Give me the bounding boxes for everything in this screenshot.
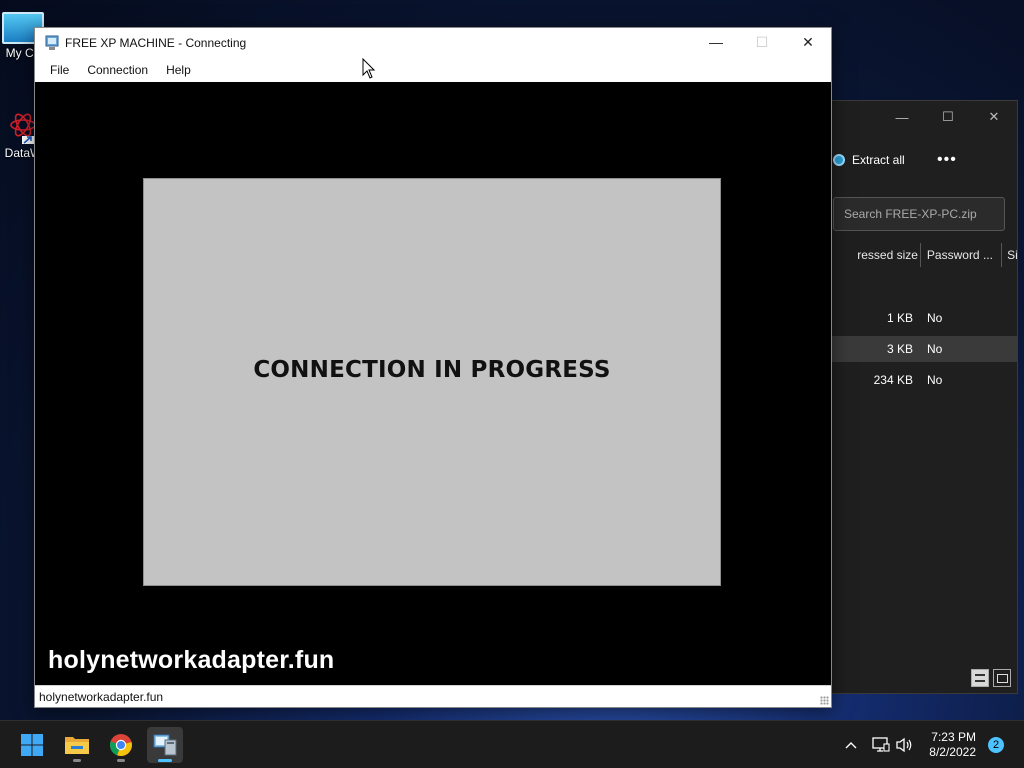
password-value: No [927,311,943,325]
clock-date: 8/2/2022 [929,745,976,759]
window-title: FREE XP MACHINE - Connecting [65,36,247,50]
running-indicator [158,759,172,762]
minimize-button[interactable]: — [879,107,925,127]
close-button[interactable]: ✕ [785,28,831,56]
list-item[interactable]: 1 KB No [821,305,1017,331]
windows-start-icon [21,734,43,756]
menu-help[interactable]: Help [157,63,200,77]
title-bar[interactable]: FREE XP MACHINE - Connecting — ☐ ✕ [35,28,831,58]
column-header-compressed-size[interactable]: ressed size [821,243,920,267]
details-view-button[interactable] [971,669,989,687]
watermark-text: holynetworkadapter.fun [48,646,335,674]
compressed-size: 3 KB [886,342,913,356]
taskbar-file-explorer[interactable] [59,727,95,763]
compressed-size: 234 KB [873,373,913,387]
menu-file[interactable]: File [41,63,78,77]
zip-icon [833,154,845,166]
network-icon[interactable] [868,737,894,753]
view-toggle [971,669,1011,687]
maximize-button[interactable]: ☐ [925,107,971,127]
close-button[interactable]: ✕ [971,107,1017,127]
extract-all-button[interactable]: Extract all [833,153,905,167]
taskbar-chrome[interactable] [103,727,139,763]
remote-desktop-window[interactable]: FREE XP MACHINE - Connecting — ☐ ✕ File … [34,27,832,708]
column-header-password[interactable]: Password ... [919,243,1001,267]
list-item[interactable]: 3 KB No [821,336,1017,362]
search-input[interactable]: Search FREE-XP-PC.zip [833,197,1005,231]
password-value: No [927,373,943,387]
maximize-button[interactable]: ☐ [739,28,785,56]
column-headers: ressed size Password ... Si [821,243,1017,267]
remote-desktop-icon [45,35,59,51]
tiles-view-button[interactable] [993,669,1011,687]
folder-icon [65,737,89,754]
running-indicator [73,759,81,762]
chevron-up-icon[interactable] [842,741,860,749]
taskbar-remote-desktop[interactable] [147,727,183,763]
compressed-size: 1 KB [886,311,913,325]
list-view-icon [975,674,985,682]
extract-all-label: Extract all [852,153,905,167]
connection-panel: CONNECTION IN PROGRESS [143,178,721,586]
archive-window-caption-buttons: — ☐ ✕ [879,107,1017,127]
remote-screen[interactable]: CONNECTION IN PROGRESS holynetworkadapte… [35,82,831,687]
menu-bar: File Connection Help [35,58,831,82]
column-header-size[interactable]: Si [1001,243,1017,267]
resize-grip-icon[interactable] [820,696,829,705]
tiles-view-icon [996,673,1008,683]
mouse-cursor-icon [362,58,375,79]
notification-badge[interactable]: 2 [988,737,1004,753]
volume-icon[interactable] [894,737,916,753]
menu-connection[interactable]: Connection [78,63,157,77]
taskbar: 7:23 PM 8/2/2022 2 [0,720,1024,768]
start-button[interactable] [14,727,50,763]
status-bar: holynetworkadapter.fun [35,685,831,707]
remote-desktop-icon [153,734,177,756]
clock-time: 7:23 PM [931,730,976,744]
system-tray [842,721,916,768]
status-text: holynetworkadapter.fun [39,689,164,704]
connection-message: CONNECTION IN PROGRESS [253,357,611,383]
list-item[interactable]: 234 KB No [821,367,1017,393]
caption-buttons: — ☐ ✕ [693,28,831,56]
minimize-button[interactable]: — [693,28,739,56]
running-indicator [117,759,125,762]
more-options-button[interactable]: ••• [937,151,957,169]
chrome-icon [109,734,132,757]
password-value: No [927,342,943,356]
archive-window[interactable]: — ☐ ✕ Extract all ••• Search FREE-XP-PC.… [820,100,1018,694]
taskbar-clock[interactable]: 7:23 PM 8/2/2022 [929,730,976,760]
